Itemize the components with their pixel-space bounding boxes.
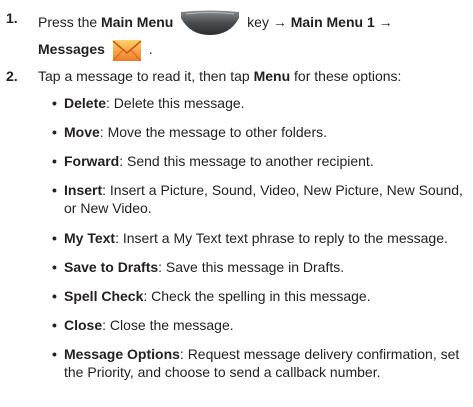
option-description: : Check the spelling in this message. [143,288,371,304]
main-menu-key-label: Main Menu [101,14,174,30]
main-menu-1-label: Main Menu 1 [290,14,375,30]
messages-envelope-icon [112,37,142,63]
option-term: Insert [64,182,103,198]
option-description: : Move the message to other folders. [99,124,328,140]
option-description: : Save this message in Drafts. [158,259,345,275]
step-number: 1. [6,10,18,26]
list-item: • Insert: Insert a Picture, Sound, Video… [52,182,463,216]
list-item: • My Text: Insert a My Text text phrase … [52,230,448,246]
option-term: Forward [64,153,120,169]
option-term: Move [64,124,100,140]
list-item: • Close: Close the message. [52,317,234,333]
option-term: My Text [64,230,116,246]
option-description: : Delete this message. [106,95,245,111]
option-term: Close [64,317,103,333]
step-1-text: Press the Main Menu key → Main Menu 1 → … [38,9,468,63]
option-description: : Send this message to another recipient… [119,153,374,169]
menu-label: Menu [253,68,291,84]
option-term: Message Options [64,346,180,362]
option-description: : Close the message. [102,317,234,333]
messages-label: Messages [38,41,105,57]
instruction-page: 1. Press the Main Menu key → Main Menu 1… [0,0,473,407]
option-description: : Insert a Picture, Sound, Video, New Pi… [64,182,463,216]
step-number: 2. [6,68,18,84]
main-menu-key-icon [180,10,240,36]
list-item: • Delete: Delete this message. [52,95,245,111]
option-term: Save to Drafts [64,259,159,275]
option-description: : Insert a My Text text phrase to reply … [115,230,448,246]
list-item: • Save to Drafts: Save this message in D… [52,259,345,275]
list-item: • Forward: Send this message to another … [52,153,374,169]
option-term: Spell Check [64,288,144,304]
step-2-text: Tap a message to read it, then tap Menu … [38,68,402,84]
list-item: • Message Options: Request message deliv… [52,346,460,380]
list-item: • Spell Check: Check the spelling in thi… [52,288,371,304]
list-item: • Move: Move the message to other folder… [52,124,328,140]
option-term: Delete [64,95,107,111]
menu-options-list: • Delete: Delete this message. • Move: M… [52,94,470,385]
